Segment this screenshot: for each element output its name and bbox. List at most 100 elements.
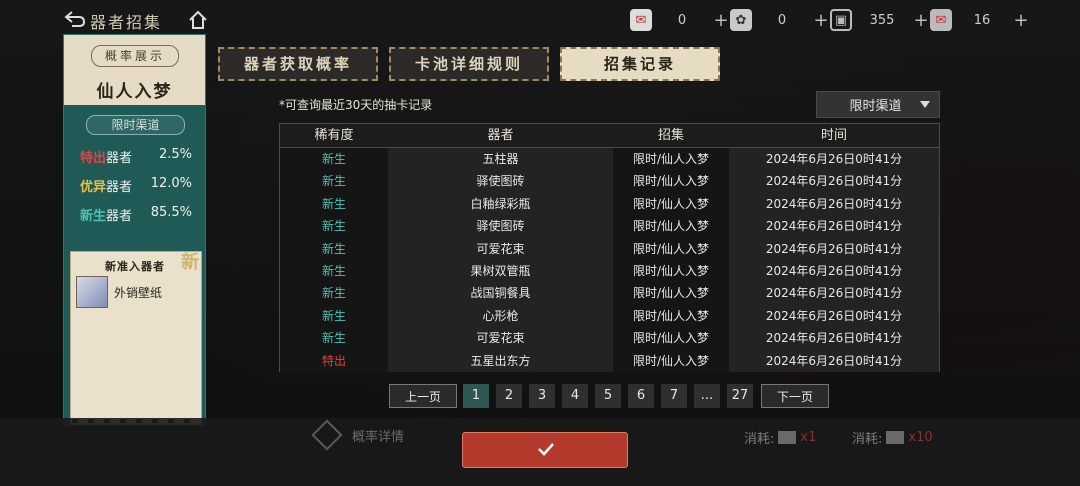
- cost-amount: x1: [800, 430, 817, 445]
- tier-suffix: 器者: [106, 209, 133, 224]
- add-resource-button[interactable]: +: [812, 10, 830, 31]
- time-cell: 2024年6月26日0时41分: [729, 148, 939, 171]
- header-pool: 招集: [657, 128, 684, 143]
- rarity-cell: 新生: [280, 304, 388, 328]
- home-icon[interactable]: [188, 10, 208, 30]
- rate-row-new: 新生器者 85.5%: [80, 205, 192, 224]
- table-row: 新生 驿使图砖 限时/仙人入梦 2024年6月26日0时41分: [280, 170, 939, 193]
- item-thumbnail: [76, 276, 108, 308]
- pool-cell: 限时/仙人入梦: [613, 349, 729, 372]
- time-cell: 2024年6月26日0时41分: [729, 304, 939, 328]
- item-cell: 心形枪: [388, 304, 613, 328]
- tier-suffix: 器者: [106, 180, 133, 195]
- tier-label: 优异: [80, 180, 107, 195]
- table-row: 新生 心形枪 限时/仙人入梦 2024年6月26日0时41分: [280, 304, 939, 328]
- rarity-cell: 新生: [280, 327, 388, 350]
- item-cell: 驿使图砖: [388, 215, 613, 238]
- item-cell: 驿使图砖: [388, 170, 613, 193]
- new-items-box: 新 新准入器者 外销壁纸: [70, 251, 202, 425]
- table-row: 新生 战国铜餐具 限时/仙人入梦 2024年6月26日0时41分: [280, 282, 939, 305]
- tier-label: 特出: [80, 151, 107, 166]
- page-5-button[interactable]: 5: [595, 384, 621, 408]
- page-7-button[interactable]: 7: [661, 384, 687, 408]
- resource-scroll: ▣ 355 +: [830, 8, 930, 32]
- rarity-cell: 新生: [280, 148, 388, 171]
- time-cell: 2024年6月26日0时41分: [729, 170, 939, 193]
- records-note: *可查询最近30天的抽卡记录: [279, 98, 433, 112]
- rate-value: 12.0%: [150, 176, 192, 191]
- add-resource-button[interactable]: +: [1012, 10, 1030, 31]
- page-1-button[interactable]: 1: [463, 384, 489, 408]
- time-cell: 2024年6月26日0时41分: [729, 282, 939, 305]
- rarity-cell: 新生: [280, 237, 388, 260]
- pool-header: 概率展示 仙人入梦: [64, 35, 205, 105]
- resource-pass: ✉ 16 +: [930, 8, 1030, 32]
- table-header: 稀有度 器者 招集 时间: [280, 124, 939, 148]
- add-resource-button[interactable]: +: [712, 10, 730, 31]
- pool-cell: 限时/仙人入梦: [613, 282, 729, 305]
- rarity-cell: 新生: [280, 259, 388, 283]
- table-row: 新生 白釉绿彩瓶 限时/仙人入梦 2024年6月26日0时41分: [280, 192, 939, 216]
- time-cell: 2024年6月26日0时41分: [729, 192, 939, 216]
- resource-coin: ✿ 0 +: [730, 8, 830, 32]
- pool-info-panel: 概率展示 仙人入梦 限时渠道 特出器者 2.5% 优异器者 12.0% 新生器者…: [63, 34, 206, 426]
- ticket-icon: [886, 431, 905, 444]
- channel-label: 限时渠道: [86, 115, 185, 135]
- add-resource-button[interactable]: +: [912, 10, 930, 31]
- table-row: 新生 五柱器 限时/仙人入梦 2024年6月26日0时41分: [280, 148, 939, 171]
- pool-name: 仙人入梦: [96, 82, 173, 102]
- confirm-button[interactable]: [462, 432, 628, 468]
- prev-page-button[interactable]: 上一页: [389, 384, 457, 408]
- rate-value: 85.5%: [150, 205, 192, 220]
- rarity-cell: 新生: [280, 192, 388, 216]
- channel-filter-dropdown[interactable]: 限时渠道: [816, 91, 940, 118]
- cost-single: 消耗: x1: [744, 428, 816, 447]
- pool-cell: 限时/仙人入梦: [613, 170, 729, 193]
- next-page-button[interactable]: 下一页: [761, 384, 829, 408]
- time-cell: 2024年6月26日0时41分: [729, 327, 939, 350]
- item-cell: 可爱花束: [388, 237, 613, 260]
- rarity-cell: 特出: [280, 349, 388, 372]
- cost-amount: x10: [908, 430, 933, 445]
- tab-records[interactable]: 招集记录: [560, 47, 720, 81]
- pool-cell: 限时/仙人入梦: [613, 327, 729, 350]
- scroll-icon: ▣: [830, 9, 852, 31]
- resource-value: 0: [777, 12, 787, 28]
- new-item-card[interactable]: 外销壁纸: [76, 276, 196, 308]
- resource-ticket: ✉ 0 +: [630, 8, 730, 32]
- item-cell: 战国铜餐具: [388, 282, 613, 305]
- pool-cell: 限时/仙人入梦: [613, 237, 729, 260]
- item-cell: 果树双管瓶: [388, 259, 613, 283]
- rarity-cell: 新生: [280, 215, 388, 238]
- header-rarity: 稀有度: [314, 128, 354, 143]
- rate-row-special: 特出器者 2.5%: [80, 147, 192, 166]
- chevron-down-icon: [920, 101, 930, 108]
- page-3-button[interactable]: 3: [529, 384, 555, 408]
- new-items-title: 新准入器者: [105, 260, 165, 273]
- ticket-icon: ✉: [630, 9, 652, 31]
- rarity-cell: 新生: [280, 170, 388, 193]
- probability-detail-label: 概率详情: [352, 429, 405, 445]
- back-icon[interactable]: [64, 10, 86, 28]
- probability-badge: 概率展示: [91, 45, 179, 67]
- table-row: 新生 果树双管瓶 限时/仙人入梦 2024年6月26日0时41分: [280, 259, 939, 283]
- item-cell: 五星出东方: [388, 349, 613, 372]
- cost-ten: 消耗: x10: [852, 428, 933, 447]
- tab-pool-rules[interactable]: 卡池详细规则: [389, 47, 549, 81]
- time-cell: 2024年6月26日0时41分: [729, 349, 939, 372]
- pool-cell: 限时/仙人入梦: [613, 192, 729, 216]
- page-2-button[interactable]: 2: [496, 384, 522, 408]
- time-cell: 2024年6月26日0时41分: [729, 215, 939, 238]
- probability-detail-button[interactable]: 概率详情: [311, 419, 405, 451]
- time-cell: 2024年6月26日0时41分: [729, 259, 939, 283]
- page-4-button[interactable]: 4: [562, 384, 588, 408]
- pass-icon: ✉: [930, 9, 952, 31]
- header-time: 时间: [820, 128, 847, 143]
- resource-value: 16: [973, 12, 991, 28]
- tab-probability[interactable]: 器者获取概率: [218, 47, 378, 81]
- item-cell: 五柱器: [388, 148, 613, 171]
- page-27-button[interactable]: 27: [727, 384, 753, 408]
- table-row: 新生 驿使图砖 限时/仙人入梦 2024年6月26日0时41分: [280, 215, 939, 238]
- item-cell: 白釉绿彩瓶: [388, 192, 613, 216]
- page-6-button[interactable]: 6: [628, 384, 654, 408]
